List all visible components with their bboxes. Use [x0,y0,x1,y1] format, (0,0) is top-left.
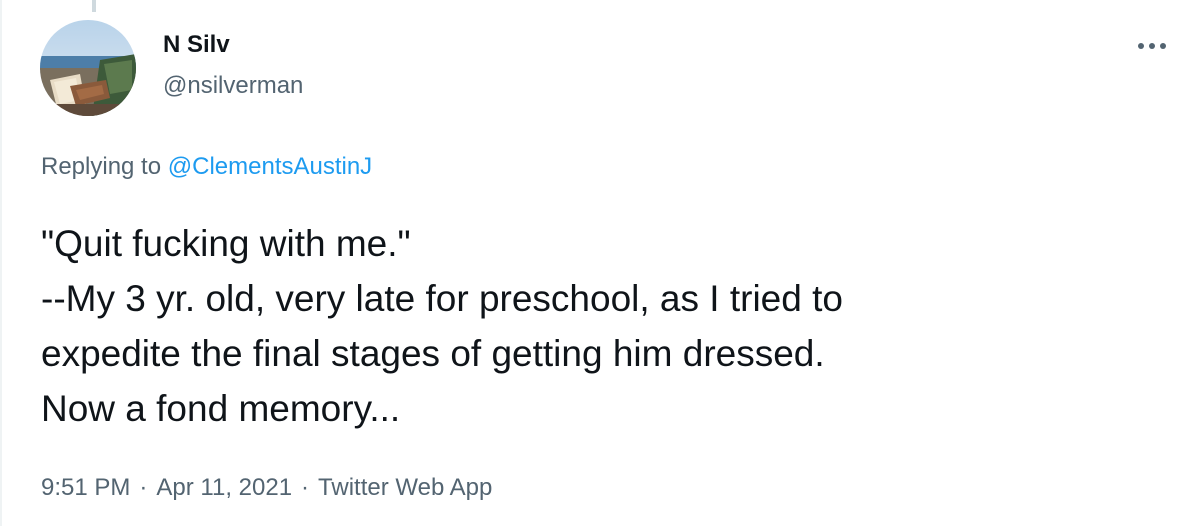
avatar-photo [40,20,136,116]
tweet-text-line: Now a fond memory... [41,388,401,429]
reply-mention-link[interactable]: @ClementsAustinJ [168,153,372,180]
thread-connector-line [92,0,96,12]
more-options-button[interactable] [1130,28,1174,64]
tweet-metadata: 9:51 PM · Apr 11, 2021 · Twitter Web App [41,474,492,502]
meta-separator: · [301,474,310,501]
tweet-body: "Quit fucking with me." --My 3 yr. old, … [41,216,1161,436]
replying-to-label: Replying to [41,153,162,180]
author-display-name[interactable]: N Silv [163,31,230,59]
replying-to-line: Replying to @ClementsAustinJ [41,153,372,181]
author-handle[interactable]: @nsilverman [163,72,303,100]
tweet-time-link[interactable]: 9:51 PM [41,474,130,501]
tweet-date-link[interactable]: Apr 11, 2021 [156,474,292,501]
tweet-source-link[interactable]: Twitter Web App [318,474,492,501]
meta-separator: · [139,474,148,501]
tweet-text-line: expedite the final stages of getting him… [41,333,825,374]
thread-border [0,0,2,526]
tweet-text-line: "Quit fucking with me." [41,223,411,264]
tweet-card: N Silv @nsilverman Replying to @Clements… [0,0,1198,526]
more-horizontal-icon [1138,43,1166,49]
tweet-text-line: --My 3 yr. old, very late for preschool,… [41,278,843,319]
avatar[interactable] [40,20,136,116]
